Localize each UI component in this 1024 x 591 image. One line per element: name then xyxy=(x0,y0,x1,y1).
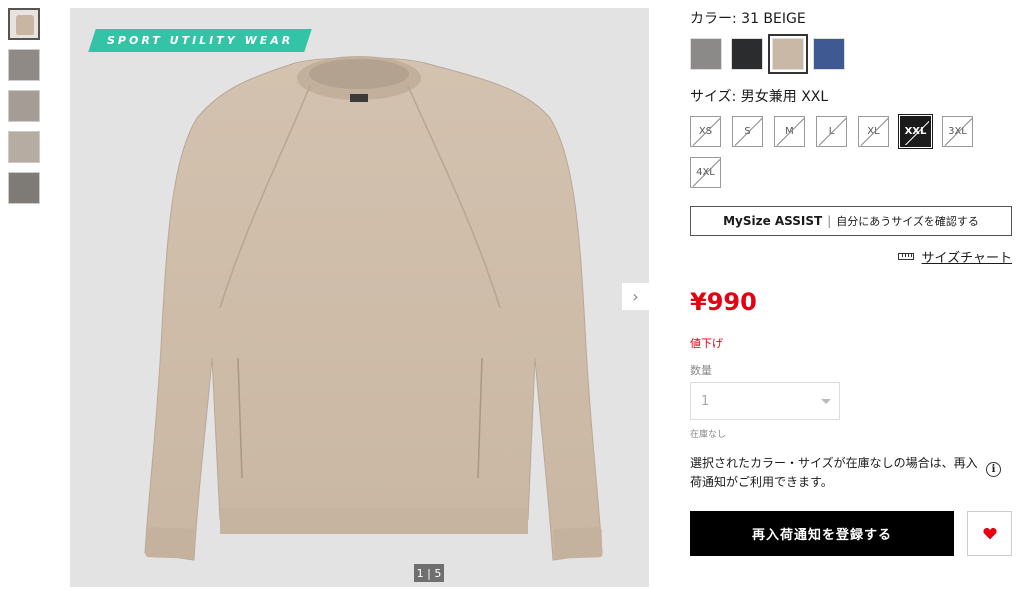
swatch-blue[interactable] xyxy=(813,38,845,70)
size-m[interactable]: M xyxy=(774,116,805,147)
size-xxl[interactable]: XXL xyxy=(898,114,933,149)
product-image: 1 | 5 xyxy=(70,8,649,587)
size-label: サイズ: 男女兼用 XXL xyxy=(690,89,829,105)
quantity-label: 数量 xyxy=(690,364,712,377)
thumbnail-1[interactable] xyxy=(8,8,40,40)
sport-utility-tag: SPORT UTILITY WEAR xyxy=(88,29,312,52)
image-counter: 1 | 5 xyxy=(414,564,444,582)
caret-down-icon xyxy=(821,399,831,404)
size-4xl[interactable]: 4XL xyxy=(690,157,721,188)
thumbnail-3[interactable] xyxy=(8,90,40,122)
restock-notice: 選択されたカラー・サイズが在庫なしの場合は、再入荷通知がご利用できます。 xyxy=(690,456,978,489)
size-3xl[interactable]: 3XL xyxy=(942,116,973,147)
color-swatches xyxy=(690,34,845,74)
size-chart-link[interactable]: サイズチャート xyxy=(897,247,1012,266)
mysize-brand: MySize ASSIST xyxy=(723,214,823,228)
restock-notify-button[interactable]: 再入荷通知を登録する xyxy=(690,511,954,556)
mysize-text: 自分にあうサイズを確認する xyxy=(836,215,979,228)
heart-icon xyxy=(982,527,997,540)
price: ¥990 xyxy=(690,288,757,316)
quantity-select[interactable]: 1 xyxy=(690,382,840,420)
ruler-icon xyxy=(897,253,914,260)
swatch-beige[interactable] xyxy=(768,34,808,74)
next-image-button[interactable]: › xyxy=(622,283,649,310)
size-s[interactable]: S xyxy=(732,116,763,147)
quantity-value: 1 xyxy=(701,393,710,409)
stock-status: 在庫なし xyxy=(690,430,727,440)
size-chart-label: サイズチャート xyxy=(921,251,1012,266)
size-l[interactable]: L xyxy=(816,116,847,147)
sweater-illustration xyxy=(144,56,603,561)
swatch-black[interactable] xyxy=(731,38,763,70)
swatch-gray[interactable] xyxy=(690,38,722,70)
thumbnail-2[interactable] xyxy=(8,49,40,81)
product-page: 1 | 5 SPORT UTILITY WEAR › カラー: 31 BEIGE… xyxy=(0,0,1024,591)
size-options: XS S M L XL XXL 3XL 4XL xyxy=(690,114,990,188)
info-icon[interactable]: i xyxy=(986,462,1001,477)
tag-text: SPORT UTILITY WEAR xyxy=(106,34,294,47)
favorite-button[interactable] xyxy=(967,511,1012,556)
mysize-assist-button[interactable]: MySize ASSIST | 自分にあうサイズを確認する xyxy=(690,206,1012,236)
thumbnail-list xyxy=(8,8,42,213)
thumbnail-5[interactable] xyxy=(8,172,40,204)
size-xl[interactable]: XL xyxy=(858,116,889,147)
mysize-separator: | xyxy=(827,214,832,228)
chevron-right-icon: › xyxy=(632,287,639,306)
discount-label: 値下げ xyxy=(690,337,723,350)
color-label: カラー: 31 BEIGE xyxy=(690,11,806,27)
thumbnail-4[interactable] xyxy=(8,131,40,163)
size-xs[interactable]: XS xyxy=(690,116,721,147)
